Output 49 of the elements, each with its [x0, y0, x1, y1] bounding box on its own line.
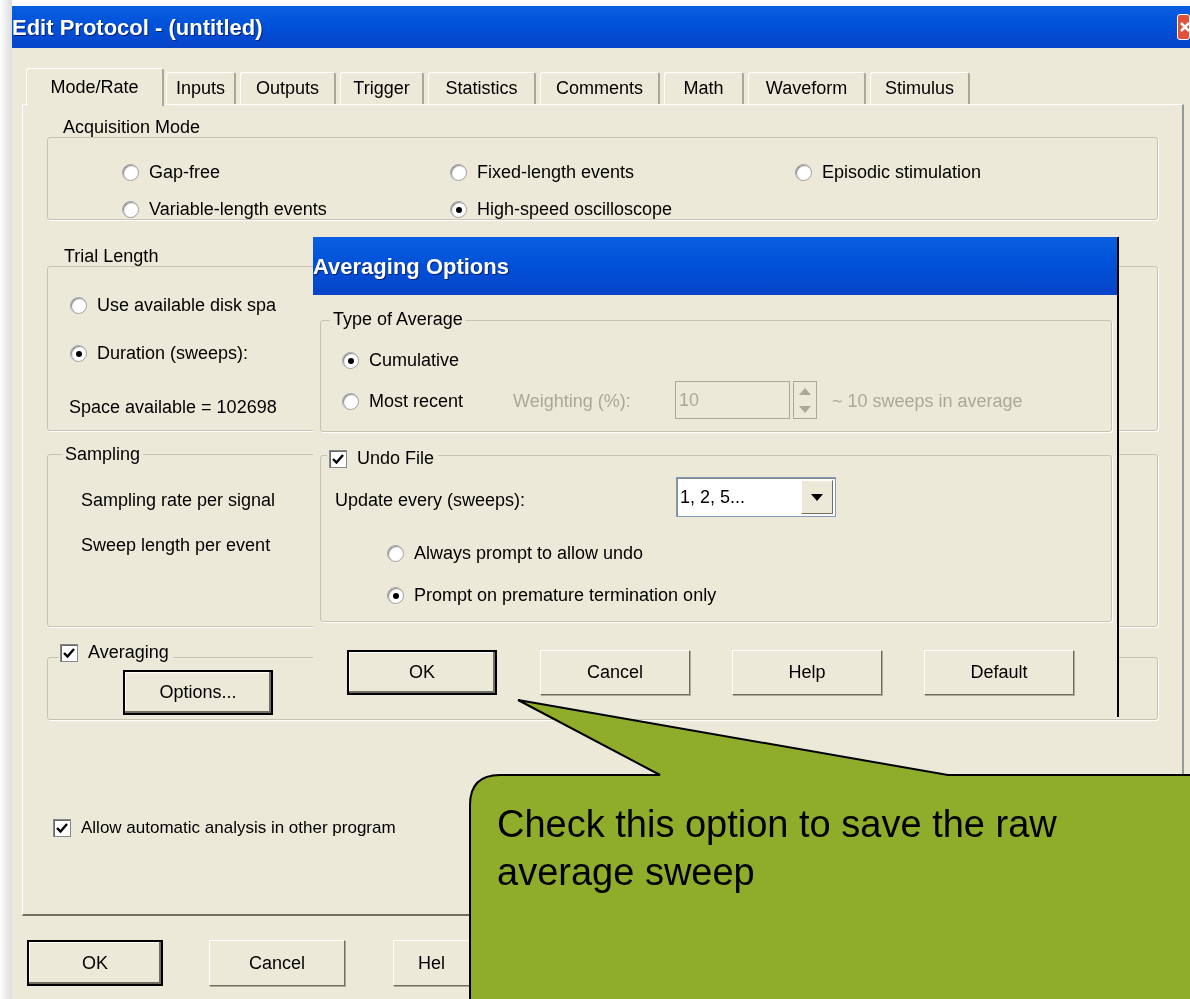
tab[interactable]: Mode/Rate — [26, 68, 164, 106]
button[interactable]: OK — [347, 650, 497, 695]
radio-option[interactable]: Prompt on premature termination only — [387, 582, 717, 609]
radio-option[interactable]: Fixed-length events — [450, 159, 635, 186]
auto-analysis-checkbox[interactable]: Allow automatic analysis in other program — [53, 815, 396, 841]
button[interactable]: Cancel — [540, 650, 690, 695]
tab[interactable]: Inputs — [166, 72, 236, 104]
button[interactable]: OK — [27, 940, 163, 986]
group-label: Sampling — [62, 444, 144, 464]
checkbox[interactable] — [60, 643, 78, 662]
radio-indicator[interactable] — [387, 545, 404, 562]
tab[interactable]: Outputs — [240, 72, 336, 104]
tab[interactable]: Math — [664, 72, 744, 104]
radio-option[interactable]: Duration (sweeps): — [70, 340, 249, 367]
button[interactable]: Default — [924, 650, 1074, 695]
radio-option[interactable]: Variable-length events — [122, 196, 327, 223]
group-label: Type of Average — [330, 309, 466, 329]
button[interactable]: Options... — [123, 670, 273, 715]
label-text: ~ 10 sweeps in average — [832, 390, 1023, 413]
window-title: Edit Protocol - (untitled) — [12, 13, 263, 42]
radio-option[interactable]: Episodic stimulation — [795, 159, 982, 186]
close-button[interactable] — [1177, 14, 1190, 40]
tab[interactable]: Statistics — [428, 72, 536, 104]
tab[interactable]: Stimulus — [870, 72, 970, 104]
radio-option[interactable]: Always prompt to allow undo — [387, 540, 644, 567]
radio-option[interactable]: Gap-free — [122, 159, 221, 186]
caret-icon — [811, 493, 823, 501]
callout-text: Check this option to save the raw average sweep — [497, 802, 1058, 895]
button[interactable]: Hel — [393, 940, 470, 986]
radio-option[interactable]: Use available disk spa — [70, 292, 277, 319]
button[interactable]: Help — [732, 650, 882, 695]
checkbox[interactable] — [329, 449, 347, 468]
tab[interactable]: Trigger — [340, 72, 424, 104]
button[interactable]: Cancel — [209, 940, 345, 986]
label-text: Space available = 102698 — [69, 396, 277, 419]
radio-option[interactable]: High-speed oscilloscope — [450, 196, 673, 223]
label-text: Sampling rate per signal — [81, 489, 276, 512]
label-text: Update every (sweeps): — [335, 489, 526, 512]
tab[interactable]: Comments — [540, 72, 660, 104]
label-text: Sweep length per event — [81, 534, 271, 557]
radio-indicator[interactable] — [387, 587, 404, 604]
down-arrow-icon — [799, 405, 811, 413]
up-arrow-icon — [799, 387, 811, 395]
window-title: Averaging Options — [313, 252, 509, 281]
close-icon — [1178, 20, 1189, 34]
dropdown-button[interactable] — [801, 480, 833, 514]
dropdown[interactable]: 1, 2, 5... — [676, 477, 836, 517]
tab[interactable]: Waveform — [748, 72, 866, 104]
label-text: Weighting (%): — [513, 390, 631, 413]
